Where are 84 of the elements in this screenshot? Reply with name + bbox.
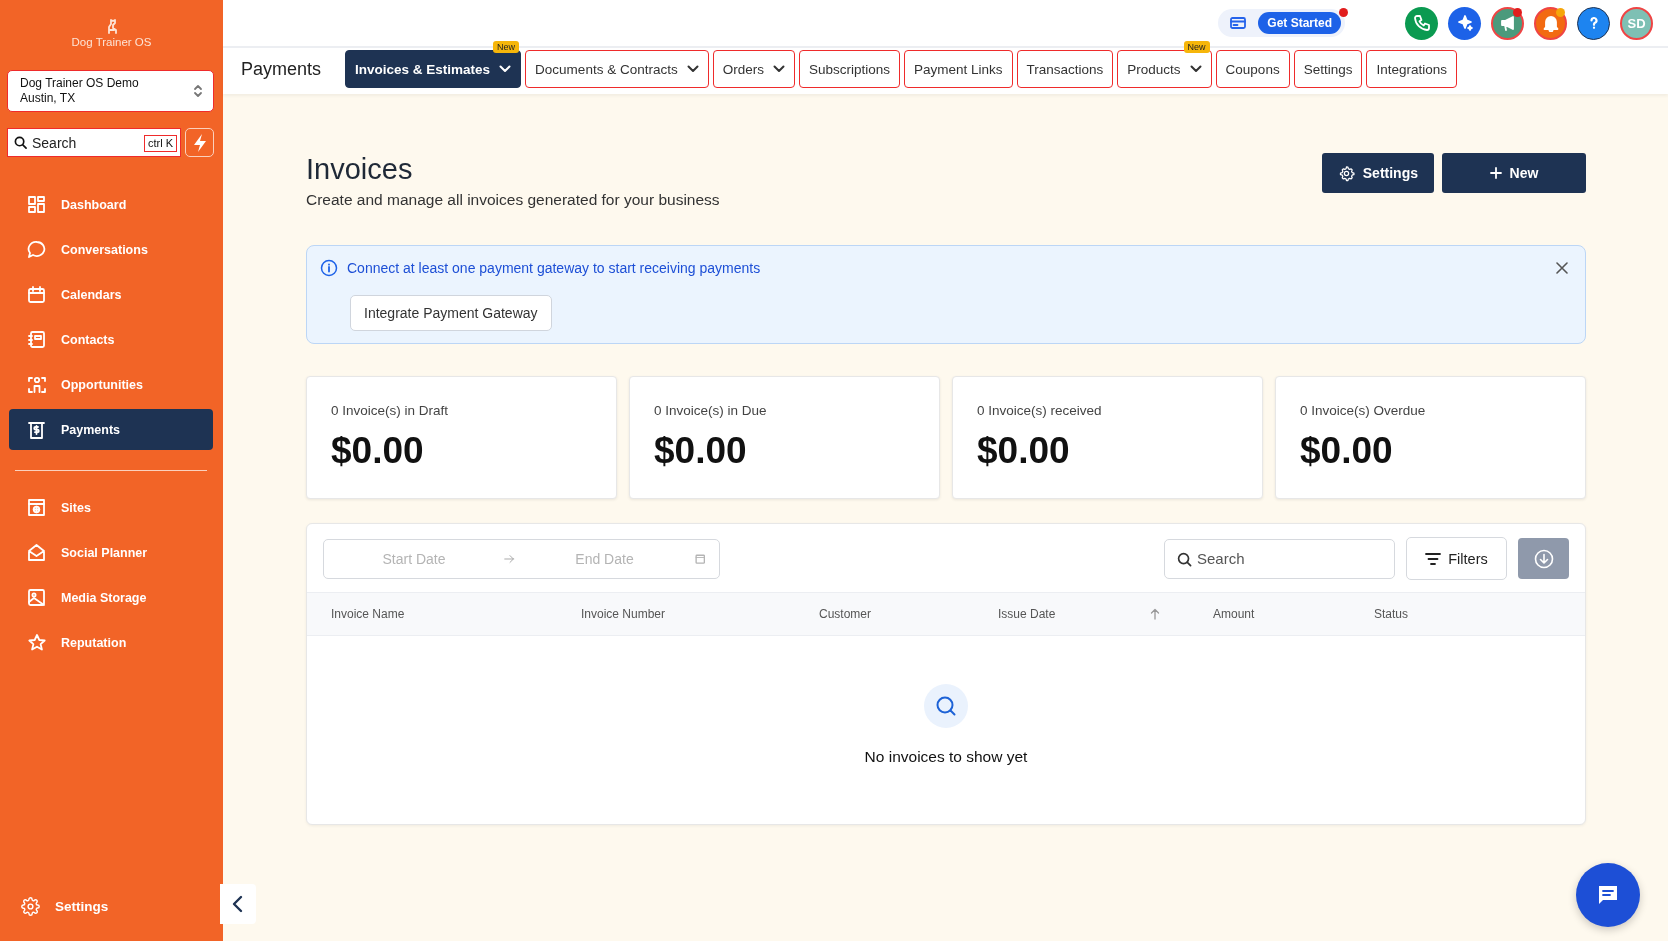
search-icon <box>924 684 968 728</box>
contacts-book-icon <box>27 330 46 349</box>
phone-icon <box>1412 14 1431 32</box>
stat-label: 0 Invoice(s) received <box>977 403 1103 418</box>
tab[interactable]: Invoices & Estimates <box>345 50 522 88</box>
info-icon <box>320 259 338 277</box>
close-icon[interactable] <box>1556 262 1568 274</box>
page-title: Invoices <box>306 152 414 186</box>
page-subtitle: Create and manage all invoices generated for your business <box>306 191 720 209</box>
tab[interactable]: Coupons <box>1215 50 1290 88</box>
shortcut-hint: ctrl K <box>143 135 177 152</box>
sort-arrow-icon[interactable] <box>1150 608 1161 620</box>
search-icon <box>14 136 27 149</box>
chevron-updown-icon <box>193 84 203 98</box>
stat-value: $0.00 <box>331 430 425 472</box>
column-header[interactable]: Status <box>1374 607 1585 621</box>
date-range-picker[interactable]: Start Date End Date <box>323 538 720 579</box>
column-header[interactable]: Invoice Name <box>331 607 581 621</box>
tab[interactable]: Documents & Contracts <box>525 50 709 88</box>
get-started-button[interactable]: Get Started <box>1258 12 1341 34</box>
account-location: Austin, TX <box>20 91 77 106</box>
dashboard-icon <box>27 195 46 214</box>
column-header[interactable]: Issue Date <box>998 607 1213 621</box>
help-button[interactable] <box>1577 6 1610 40</box>
search-icon <box>1177 551 1192 567</box>
envelope-icon <box>27 543 46 562</box>
sparkle-icon <box>1455 14 1474 32</box>
filters-button[interactable]: Filters <box>1406 537 1507 580</box>
account-switcher[interactable]: Dog Trainer OS Demo Austin, TX <box>7 70 214 112</box>
section-title: Payments <box>241 58 322 80</box>
end-date-field[interactable]: End Date <box>514 549 695 568</box>
new-badge: New <box>1183 41 1210 53</box>
stat-label: 0 Invoice(s) in Draft <box>331 403 450 418</box>
image-icon <box>27 588 46 607</box>
column-header[interactable]: Amount <box>1213 607 1374 621</box>
column-header[interactable]: Customer <box>819 607 998 621</box>
plus-icon <box>1489 167 1502 179</box>
filter-icon <box>1425 552 1442 565</box>
chat-bubble-icon <box>27 240 46 259</box>
bell-button[interactable] <box>1534 6 1567 40</box>
stat-value: $0.00 <box>654 430 748 472</box>
bell-icon <box>1541 14 1560 32</box>
tab[interactable]: Products <box>1117 50 1212 88</box>
start-date-field[interactable]: Start Date <box>324 549 504 568</box>
chat-icon <box>1596 883 1620 907</box>
network-icon <box>27 375 46 394</box>
settings-button[interactable]: Settings <box>1321 153 1434 193</box>
new-badge: New <box>493 41 520 53</box>
stat-label: 0 Invoice(s) in Due <box>654 403 768 418</box>
sparkle-button[interactable] <box>1448 6 1481 40</box>
card-icon <box>1230 17 1247 29</box>
megaphone-button[interactable] <box>1491 6 1524 40</box>
tab[interactable]: Transactions <box>1016 50 1114 88</box>
quick-actions-button[interactable] <box>185 128 214 157</box>
arrow-right-icon <box>504 552 515 565</box>
download-icon <box>1533 548 1554 569</box>
website-icon <box>27 498 46 517</box>
star-icon <box>27 633 46 652</box>
stat-label: 0 Invoice(s) Overdue <box>1300 403 1427 418</box>
stat-value: $0.00 <box>977 430 1071 472</box>
tab[interactable]: Settings <box>1293 50 1363 88</box>
megaphone-icon <box>1498 14 1517 32</box>
tab[interactable]: Orders <box>712 50 795 88</box>
new-button[interactable]: New <box>1442 153 1586 193</box>
account-name: Dog Trainer OS Demo <box>20 76 140 91</box>
empty-message: No invoices to show yet <box>864 748 1028 766</box>
stat-value: $0.00 <box>1300 430 1394 472</box>
tab[interactable]: Integrations <box>1366 50 1457 88</box>
lightning-icon <box>191 132 208 153</box>
chevron-left-icon <box>232 895 244 913</box>
nav-item[interactable]: Payments <box>9 409 213 450</box>
settings-icon <box>21 897 40 916</box>
banner-message: Connect at least one payment gateway to start receiving payments <box>347 260 761 276</box>
column-header[interactable]: Invoice Number <box>581 607 819 621</box>
tab[interactable]: Payment Links <box>904 50 1013 88</box>
receipt-icon <box>27 420 46 439</box>
integrate-gateway-button[interactable]: Integrate Payment Gateway <box>350 295 552 331</box>
logo-text: Dog Trainer OS <box>71 36 152 48</box>
calendar-icon <box>27 285 46 304</box>
tab[interactable]: Subscriptions <box>798 50 900 88</box>
download-button[interactable] <box>1518 538 1569 579</box>
settings-icon <box>1337 164 1355 182</box>
collapse-sidebar-button[interactable] <box>220 884 256 924</box>
phone-button[interactable] <box>1405 6 1438 40</box>
